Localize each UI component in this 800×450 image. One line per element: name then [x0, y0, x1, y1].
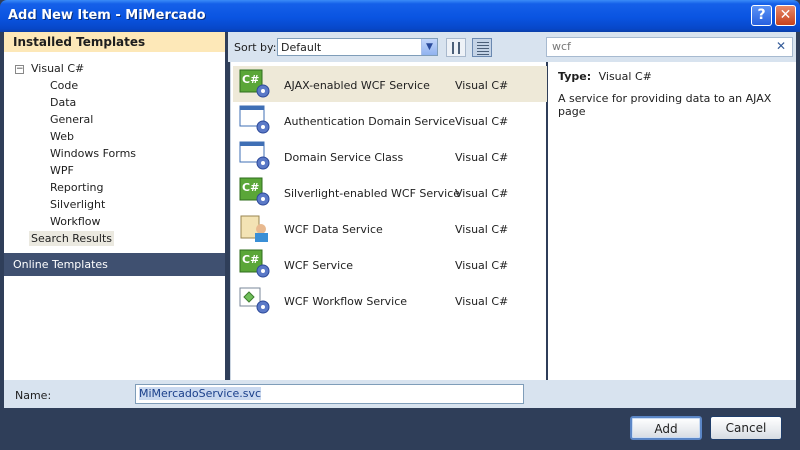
template-details: Type: Visual C# A service for providing … — [548, 62, 796, 380]
domain-service-icon — [239, 105, 270, 134]
templates-sidebar: Installed Templates − Visual C# Code Dat… — [4, 32, 225, 380]
chevron-down-icon[interactable]: ▼ — [421, 39, 437, 55]
template-name: WCF Data Service — [284, 223, 383, 236]
tree-item-label: Data — [50, 96, 77, 109]
name-label: Name: — [15, 389, 52, 402]
template-language: Visual C# — [455, 295, 509, 308]
add-new-item-dialog: Add New Item - MiMercado ? ✕ Installed T… — [0, 0, 800, 450]
template-language: Visual C# — [455, 115, 509, 128]
add-button[interactable]: Add — [630, 416, 702, 440]
sort-toolbar: Sort by: Default ▼ — [228, 32, 546, 62]
template-name: Domain Service Class — [284, 151, 404, 164]
clear-search-icon[interactable]: ✕ — [776, 39, 786, 53]
template-item[interactable]: C# WCF Service Visual C# — [233, 246, 547, 282]
tree-item-wpf[interactable]: WPF — [50, 163, 74, 179]
template-language: Visual C# — [455, 187, 509, 200]
collapse-toggle-icon[interactable]: − — [15, 65, 24, 74]
domain-service-icon — [239, 141, 270, 170]
search-input[interactable]: wcf ✕ — [546, 37, 793, 57]
name-row: Name: MiMercadoService.svc — [4, 380, 796, 408]
tree-item-label: Code — [50, 79, 79, 92]
template-name: WCF Workflow Service — [284, 295, 408, 308]
template-item[interactable]: C# Silverlight-enabled WCF Service Visua… — [233, 174, 547, 210]
wcf-csharp-icon: C# — [239, 69, 270, 98]
cancel-button[interactable]: Cancel — [710, 416, 782, 440]
template-item[interactable]: Authentication Domain Service Visual C# — [233, 102, 547, 138]
installed-templates-header[interactable]: Installed Templates — [4, 32, 225, 52]
window-title: Add New Item - MiMercado — [8, 8, 206, 23]
dialog-button-bar: Add Cancel — [4, 408, 796, 446]
title-bar[interactable]: Add New Item - MiMercado ? ✕ — [0, 0, 800, 32]
search-bar: wcf ✕ — [546, 32, 796, 62]
name-value: MiMercadoService.svc — [139, 387, 262, 400]
tree-item-reporting[interactable]: Reporting — [50, 180, 103, 196]
type-label: Type: — [558, 70, 592, 83]
template-item[interactable]: C# AJAX-enabled WCF Service Visual C# — [233, 66, 547, 102]
tree-item-general[interactable]: General — [50, 112, 93, 128]
tree-item-label: Web — [50, 130, 74, 143]
wcf-csharp-icon: C# — [239, 249, 270, 278]
tree-item-label: Search Results — [29, 231, 115, 246]
sort-by-label: Sort by: — [234, 41, 277, 54]
template-language: Visual C# — [455, 259, 509, 272]
medium-icons-view-button[interactable] — [446, 38, 466, 57]
template-list: C# AJAX-enabled WCF Service Visual C# Au… — [230, 62, 547, 380]
list-view-button[interactable] — [472, 38, 492, 57]
tree-item-label: Visual C# — [31, 62, 85, 75]
online-templates-header[interactable]: Online Templates — [4, 253, 225, 276]
template-language: Visual C# — [455, 79, 509, 92]
template-item[interactable]: WCF Workflow Service Visual C# — [233, 282, 547, 318]
type-value: Visual C# — [598, 70, 652, 83]
tree-item-label: Silverlight — [50, 198, 106, 211]
sort-by-dropdown[interactable]: Default ▼ — [277, 38, 438, 56]
tree-item-web[interactable]: Web — [50, 129, 74, 145]
template-name: Silverlight-enabled WCF Service — [284, 187, 461, 200]
tree-item-workflow[interactable]: Workflow — [50, 214, 101, 230]
data-service-icon — [240, 215, 268, 242]
template-language: Visual C# — [455, 223, 509, 236]
template-name: AJAX-enabled WCF Service — [284, 79, 430, 92]
tree-item-label: Workflow — [50, 215, 101, 228]
tree-item-silverlight[interactable]: Silverlight — [50, 197, 105, 213]
sort-by-value: Default — [281, 41, 322, 54]
tree-item-label: Windows Forms — [50, 147, 137, 160]
tree-item-data[interactable]: Data — [50, 95, 76, 111]
tree-item-visual-csharp[interactable]: Visual C# — [31, 61, 84, 77]
tree-item-search-results[interactable]: Search Results — [29, 231, 115, 247]
svg-text:C#: C# — [242, 73, 259, 86]
close-button[interactable]: ✕ — [775, 5, 796, 26]
svg-text:C#: C# — [242, 181, 259, 194]
template-item[interactable]: Domain Service Class Visual C# — [233, 138, 547, 174]
workflow-service-icon — [239, 287, 270, 314]
tree-item-label: Reporting — [50, 181, 104, 194]
template-item[interactable]: WCF Data Service Visual C# — [233, 210, 547, 246]
tree-item-label: WPF — [50, 164, 74, 177]
template-language: Visual C# — [455, 151, 509, 164]
template-name: WCF Service — [284, 259, 354, 272]
tree-item-code[interactable]: Code — [50, 78, 78, 94]
wcf-csharp-icon: C# — [239, 177, 270, 206]
help-button[interactable]: ? — [751, 5, 772, 26]
svg-text:C#: C# — [242, 253, 259, 266]
search-value: wcf — [552, 40, 571, 53]
template-description: A service for providing data to an AJAX … — [558, 92, 772, 118]
tree-item-windows-forms[interactable]: Windows Forms — [50, 146, 136, 162]
tree-item-label: General — [50, 113, 94, 126]
template-name: Authentication Domain Service — [284, 115, 456, 128]
name-input[interactable]: MiMercadoService.svc — [135, 384, 524, 404]
